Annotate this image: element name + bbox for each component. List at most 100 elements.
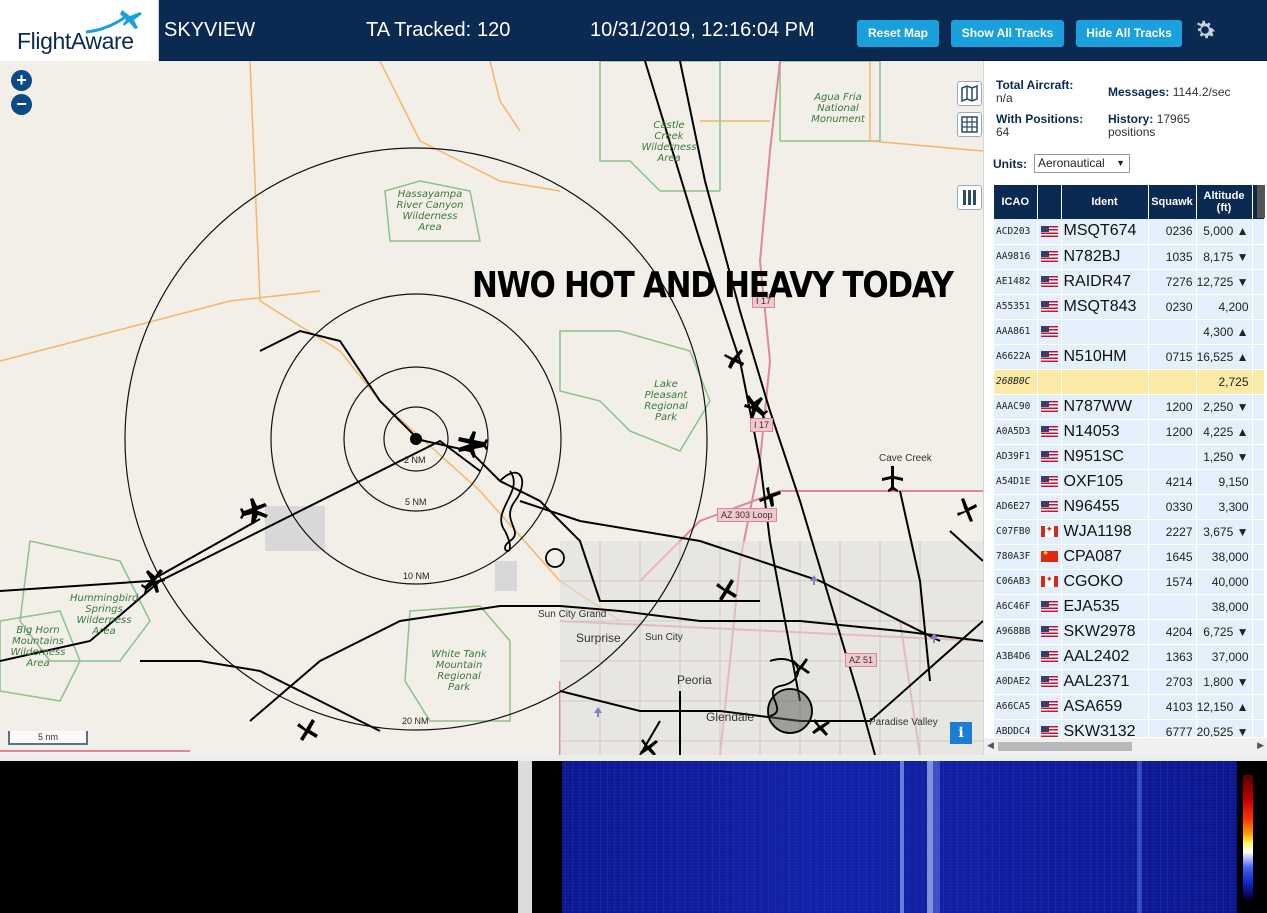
cell-squawk: 1035 bbox=[1148, 244, 1197, 270]
table-row[interactable]: A54D1E OXF105 4214 9,150 bbox=[994, 469, 1264, 495]
cell-flag bbox=[1037, 494, 1062, 520]
cell-flag bbox=[1037, 719, 1062, 737]
app-title: SKYVIEW bbox=[164, 19, 256, 41]
city-sun-city: Sun City bbox=[645, 632, 683, 643]
range-label-20nm: 20 NM bbox=[402, 716, 429, 726]
cell-icao: AE1482 bbox=[994, 269, 1038, 295]
table-row[interactable]: ACD203 MSQT674 0236 5,000 ▲ bbox=[994, 219, 1264, 245]
table-row[interactable]: AD6E27 N96455 0330 3,300 bbox=[994, 494, 1264, 520]
cell-ident: OXF105 bbox=[1061, 469, 1149, 495]
flag-us-icon bbox=[1040, 426, 1058, 438]
cell-ident: ASA659 bbox=[1061, 694, 1149, 720]
table-row[interactable]: A3B4D6 AAL2402 1363 37,000 bbox=[994, 644, 1264, 670]
table-row[interactable]: A6C46F EJA535 38,000 bbox=[994, 594, 1264, 620]
aircraft-icon-10 bbox=[297, 719, 318, 741]
cell-ident: MSQT674 bbox=[1061, 219, 1149, 245]
city-peoria: Peoria bbox=[677, 673, 712, 687]
cell-flag bbox=[1037, 669, 1062, 695]
table-row[interactable]: A0DAE2 AAL2371 2703 1,800 ▼ bbox=[994, 669, 1264, 695]
table-row[interactable]: 268B0C 2,725 bbox=[994, 369, 1264, 395]
table-row[interactable]: AAAC90 N787WW 1200 2,250 ▼ bbox=[994, 394, 1264, 420]
zoom-out-button[interactable]: − bbox=[11, 94, 32, 115]
col-header-squawk[interactable]: Squawk bbox=[1148, 185, 1197, 219]
hide-all-tracks-button[interactable]: Hide All Tracks bbox=[1076, 20, 1182, 47]
table-row[interactable]: AE1482 RAIDR47 7276 12,725 ▼ bbox=[994, 269, 1264, 295]
flag-us-icon bbox=[1040, 501, 1058, 513]
table-row[interactable]: AAA861 4,300 ▲ bbox=[994, 319, 1264, 345]
cell-extra bbox=[1252, 644, 1264, 670]
cell-extra bbox=[1252, 294, 1264, 320]
cell-icao: A66CA5 bbox=[994, 694, 1038, 720]
table-row[interactable]: A6622A N510HM 0715 16,525 ▲ bbox=[994, 344, 1264, 370]
cell-extra bbox=[1252, 369, 1264, 395]
col-header-ident[interactable]: Ident bbox=[1061, 185, 1149, 219]
cell-icao: C07FB0 bbox=[994, 519, 1038, 545]
cell-flag bbox=[1037, 544, 1062, 570]
table-row[interactable]: C07FB0 WJA119822273,675 ▼ bbox=[994, 519, 1264, 545]
zoom-in-button[interactable]: + bbox=[11, 70, 32, 91]
col-header-icao[interactable]: ICAO bbox=[994, 185, 1038, 219]
cell-squawk: 0236 bbox=[1148, 219, 1197, 245]
cell-flag bbox=[1037, 344, 1062, 370]
cell-ident: AAL2371 bbox=[1061, 669, 1149, 695]
units-select[interactable]: Aeronautical ▼ bbox=[1034, 154, 1130, 173]
table-row[interactable]: A968BB SKW2978 4204 6,725 ▼ bbox=[994, 619, 1264, 645]
table-row[interactable]: AD39F1 N951SC 1,250 ▼ bbox=[994, 444, 1264, 470]
cell-flag bbox=[1037, 594, 1062, 620]
grid-icon[interactable] bbox=[957, 112, 982, 137]
scroll-right-icon[interactable]: ▶ bbox=[1257, 740, 1264, 751]
cell-extra bbox=[1252, 669, 1264, 695]
flag-us-icon bbox=[1040, 225, 1058, 237]
with-positions-value: 64 bbox=[996, 125, 1010, 139]
scroll-thumb[interactable] bbox=[998, 742, 1132, 751]
flag-us-icon bbox=[1040, 601, 1058, 613]
place-lake-pleasant: Lake Pleasant Regional Park bbox=[644, 379, 688, 423]
cell-squawk: 6777 bbox=[1148, 719, 1197, 737]
total-aircraft-stat: Total Aircraft: n/a bbox=[996, 79, 1073, 105]
cell-extra bbox=[1252, 394, 1264, 420]
cell-icao: A0DAE2 bbox=[994, 669, 1038, 695]
col-header-altitude[interactable]: Altitude (ft) bbox=[1196, 185, 1253, 219]
cell-flag bbox=[1037, 369, 1062, 395]
show-all-tracks-button[interactable]: Show All Tracks bbox=[951, 20, 1064, 47]
columns-icon[interactable] bbox=[957, 185, 982, 210]
info-icon[interactable]: i bbox=[950, 722, 972, 744]
range-label-10nm: 10 NM bbox=[403, 571, 430, 581]
cell-squawk: 1574 bbox=[1148, 569, 1197, 595]
col-header-flag[interactable] bbox=[1037, 185, 1062, 219]
table-row[interactable]: AA9816 N782BJ 1035 8,175 ▼ bbox=[994, 244, 1264, 270]
table-row[interactable]: C06AB3 CGOKO157440,000 bbox=[994, 569, 1264, 595]
cell-icao: A3B4D6 bbox=[994, 644, 1038, 670]
cell-squawk: 1200 bbox=[1148, 394, 1197, 420]
place-agua-fria: Agua Fria National Monument bbox=[811, 92, 865, 125]
table-row[interactable]: ABDDC4 SKW3132 6777 20,525 ▼ bbox=[994, 719, 1264, 737]
table-row[interactable]: A66CA5 ASA659 4103 12,150 ▲ bbox=[994, 694, 1264, 720]
table-row[interactable]: A0A5D3 N14053 1200 4,225 ▲ bbox=[994, 419, 1264, 445]
messages-value: 1144.2/sec bbox=[1172, 85, 1231, 99]
gear-icon[interactable] bbox=[1192, 17, 1218, 43]
cell-altitude: 1,250 ▼ bbox=[1196, 444, 1253, 470]
cell-altitude: 2,725 bbox=[1196, 369, 1253, 395]
cell-icao: AAA861 bbox=[994, 319, 1038, 345]
table-vertical-scrollbar[interactable] bbox=[1257, 185, 1265, 218]
reset-map-button[interactable]: Reset Map bbox=[857, 20, 939, 47]
table-horizontal-scrollbar[interactable]: ◀ ▶ bbox=[984, 738, 1267, 755]
flag-us-icon bbox=[1040, 351, 1058, 363]
cell-extra bbox=[1252, 269, 1264, 295]
map-view[interactable]: Agua Fria National Monument Castle Creek… bbox=[0, 61, 983, 755]
cell-ident: N14053 bbox=[1061, 419, 1149, 445]
cell-squawk: 4204 bbox=[1148, 619, 1197, 645]
cell-extra bbox=[1252, 469, 1264, 495]
map-layer-icon[interactable] bbox=[957, 81, 982, 106]
cell-extra bbox=[1252, 219, 1264, 245]
table-row[interactable]: A55351 MSQT843 0230 4,200 bbox=[994, 294, 1264, 320]
cell-icao: 780A3F bbox=[994, 544, 1038, 570]
cell-flag bbox=[1037, 619, 1062, 645]
flightaware-logo[interactable]: FlightAware bbox=[0, 0, 159, 61]
scroll-left-icon[interactable]: ◀ bbox=[987, 740, 994, 751]
table-row[interactable]: 780A3F CPA087164538,000 bbox=[994, 544, 1264, 570]
cell-squawk: 2227 bbox=[1148, 519, 1197, 545]
flag-cn-icon bbox=[1040, 549, 1058, 563]
cell-altitude: 20,525 ▼ bbox=[1196, 719, 1253, 737]
cell-extra bbox=[1252, 494, 1264, 520]
